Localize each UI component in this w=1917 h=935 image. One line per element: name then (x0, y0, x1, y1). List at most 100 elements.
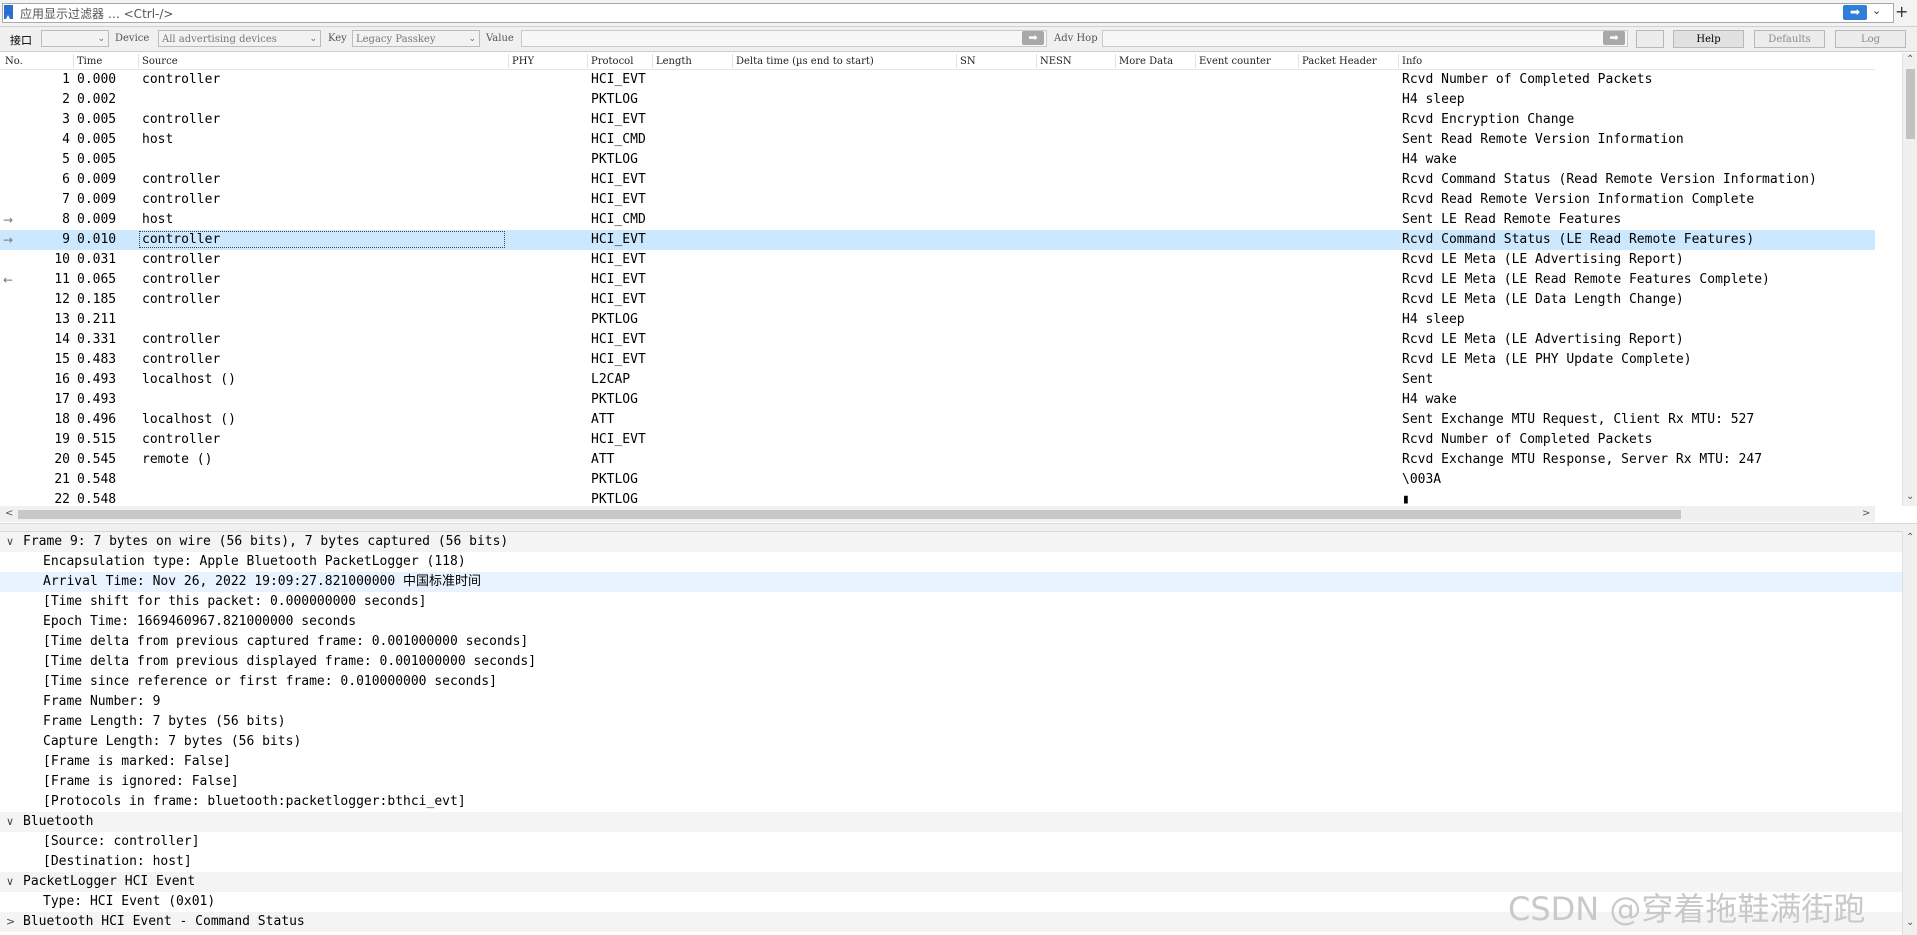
tree-item-label: Bluetooth (23, 814, 94, 829)
column-separator[interactable] (508, 54, 509, 68)
column-header[interactable]: NESN (1040, 56, 1072, 67)
column-header[interactable]: Protocol (591, 56, 633, 67)
tree-section[interactable]: ∨ Frame 9: 7 bytes on wire (56 bits), 7 b… (0, 532, 1902, 552)
chevron-down-icon[interactable]: ∨ (6, 812, 14, 832)
column-separator[interactable] (652, 54, 653, 68)
column-separator[interactable] (1298, 54, 1299, 68)
column-separator[interactable] (732, 54, 733, 68)
tree-item[interactable]: [Time delta from previous captured frame… (0, 632, 1902, 652)
arrow-right-icon[interactable]: ➡ (1843, 5, 1867, 20)
table-row[interactable]: 13 0.211 PKTLOG H4 sleep (0, 310, 1875, 330)
key-select[interactable]: Legacy Passkey ⌄ (352, 30, 480, 47)
table-row[interactable]: 15 0.483 controller HCI_EVT Rcvd LE Meta (LE… (0, 350, 1875, 370)
tree-section[interactable]: ∨ Bluetooth (0, 812, 1902, 832)
details-vertical-scrollbar[interactable]: ⌃ ⌄ (1902, 531, 1917, 935)
column-separator[interactable] (1195, 54, 1196, 68)
tree-item[interactable]: Arrival Time: Nov 26, 2022 19:09:27.8210… (0, 572, 1902, 592)
tree-item[interactable]: [Time shift for this packet: 0.000000000… (0, 592, 1902, 612)
column-header[interactable]: Event counter (1199, 56, 1271, 67)
tree-item[interactable]: [Time delta from previous displayed fram… (0, 652, 1902, 672)
tree-item[interactable]: [Destination: host] (0, 852, 1902, 872)
packet-list[interactable]: 1 0.000 controller HCI_EVT Rcvd Number of Co… (0, 70, 1875, 506)
table-row[interactable]: 17 0.493 PKTLOG H4 wake (0, 390, 1875, 410)
table-row[interactable]: 22 0.548 PKTLOG ▮ (0, 490, 1875, 506)
column-header[interactable]: Packet Header (1302, 56, 1377, 67)
column-separator[interactable] (1398, 54, 1399, 68)
tree-item[interactable]: Frame Length: 7 bytes (56 bits) (0, 712, 1902, 732)
packet-list-vertical-scrollbar[interactable]: ⌃ ⌄ (1902, 53, 1917, 506)
chevron-down-icon[interactable]: ⌄ (1872, 4, 1881, 17)
blank-button[interactable] (1636, 30, 1664, 48)
table-row[interactable]: 6 0.009 controller HCI_EVT Rcvd Command Stat… (0, 170, 1875, 190)
chevron-up-icon[interactable]: ⌃ (1906, 532, 1914, 543)
tree-item[interactable]: Capture Length: 7 bytes (56 bits) (0, 732, 1902, 752)
column-separator[interactable] (956, 54, 957, 68)
plus-icon[interactable]: + (1895, 2, 1908, 21)
table-row[interactable]: 21 0.548 PKTLOG \003A (0, 470, 1875, 490)
column-header[interactable]: SN (960, 56, 976, 67)
tree-item[interactable]: Frame Number: 9 (0, 692, 1902, 712)
table-row[interactable]: 10 0.031 controller HCI_EVT Rcvd LE Meta (LE… (0, 250, 1875, 270)
packet-list-header: No. Time Source PHY Protocol Length Delta time… (0, 53, 1875, 70)
table-row[interactable]: 12 0.185 controller HCI_EVT Rcvd LE Meta (LE… (0, 290, 1875, 310)
arrow-right-icon[interactable]: ➡ (1022, 31, 1044, 45)
column-separator[interactable] (73, 54, 74, 68)
chevron-right-icon[interactable]: > (6, 912, 15, 932)
chevron-up-icon[interactable]: ⌃ (1906, 54, 1914, 65)
column-separator[interactable] (1036, 54, 1037, 68)
column-header[interactable]: Time (77, 56, 102, 67)
table-row[interactable]: 14 0.331 controller HCI_EVT Rcvd LE Meta (LE… (0, 330, 1875, 350)
table-row[interactable]: → 9 0.010 controller HCI_EVT Rcvd Command Sta… (0, 230, 1875, 250)
help-button[interactable]: Help (1673, 30, 1744, 48)
column-header[interactable]: Source (142, 56, 178, 67)
table-row[interactable]: ← 11 0.065 controller HCI_EVT Rcvd LE Meta (L… (0, 270, 1875, 290)
device-select[interactable]: All advertising devices ⌄ (158, 30, 321, 47)
tree-item[interactable]: [Protocols in frame: bluetooth:packetlog… (0, 792, 1902, 812)
column-separator[interactable] (138, 54, 139, 68)
column-header[interactable]: Delta time (µs end to start) (736, 56, 874, 67)
table-row[interactable]: 20 0.545 remote () ATT Rcvd Exchange MTU Res… (0, 450, 1875, 470)
tree-item[interactable]: [Frame is ignored: False] (0, 772, 1902, 792)
column-header[interactable]: More Data (1119, 56, 1173, 67)
display-filter-input[interactable] (2, 3, 1894, 23)
log-button[interactable]: Log (1835, 30, 1906, 48)
defaults-button[interactable]: Defaults (1754, 30, 1825, 48)
chevron-down-icon[interactable]: ⌄ (1906, 491, 1914, 502)
table-row[interactable]: 3 0.005 controller HCI_EVT Rcvd Encryption C… (0, 110, 1875, 130)
table-row[interactable]: 19 0.515 controller HCI_EVT Rcvd Number of C… (0, 430, 1875, 450)
tree-item[interactable]: Epoch Time: 1669460967.821000000 seconds (0, 612, 1902, 632)
table-row[interactable]: 5 0.005 PKTLOG H4 wake (0, 150, 1875, 170)
scrollbar-thumb[interactable] (1906, 69, 1915, 139)
table-row[interactable]: 18 0.496 localhost () ATT Sent Exchange MTU … (0, 410, 1875, 430)
table-row[interactable]: 7 0.009 controller HCI_EVT Rcvd Read Remote … (0, 190, 1875, 210)
table-row[interactable]: 4 0.005 host HCI_CMD Sent Read Remote Versio… (0, 130, 1875, 150)
chevron-left-icon[interactable]: < (5, 508, 13, 519)
arrow-right-icon[interactable]: ➡ (1603, 31, 1625, 45)
column-separator[interactable] (587, 54, 588, 68)
chevron-down-icon[interactable]: ∨ (6, 532, 14, 552)
adv-hop-input[interactable] (1102, 30, 1628, 47)
chevron-down-icon[interactable]: ⌄ (1906, 917, 1914, 928)
chevron-down-icon[interactable]: ∨ (6, 872, 14, 892)
packet-time: 0.065 (77, 272, 117, 287)
tree-item[interactable]: [Source: controller] (0, 832, 1902, 852)
column-header[interactable]: Info (1402, 56, 1422, 67)
chevron-right-icon[interactable]: > (1862, 508, 1870, 519)
column-header[interactable]: No. (5, 56, 23, 67)
tree-item[interactable]: Encapsulation type: Apple Bluetooth Pack… (0, 552, 1902, 572)
table-row[interactable]: 16 0.493 localhost () L2CAP Sent (0, 370, 1875, 390)
tree-item[interactable]: [Time since reference or first frame: 0.… (0, 672, 1902, 692)
packet-list-horizontal-scrollbar[interactable]: < > (0, 506, 1875, 522)
scrollbar-thumb[interactable] (18, 510, 1681, 519)
column-separator[interactable] (1115, 54, 1116, 68)
table-row[interactable]: 1 0.000 controller HCI_EVT Rcvd Number of Co… (0, 70, 1875, 90)
column-header[interactable]: PHY (512, 56, 534, 67)
packet-details-tree[interactable]: ∨ Frame 9: 7 bytes on wire (56 bits), 7 b… (0, 531, 1902, 935)
value-input[interactable] (521, 30, 1047, 47)
tree-item[interactable]: [Frame is marked: False] (0, 752, 1902, 772)
table-row[interactable]: 2 0.002 PKTLOG H4 sleep (0, 90, 1875, 110)
interface-select[interactable]: ⌄ (41, 30, 109, 47)
column-header[interactable]: Length (656, 56, 692, 67)
table-row[interactable]: → 8 0.009 host HCI_CMD Sent LE Read Remote Fe… (0, 210, 1875, 230)
bookmark-icon[interactable] (4, 5, 13, 19)
